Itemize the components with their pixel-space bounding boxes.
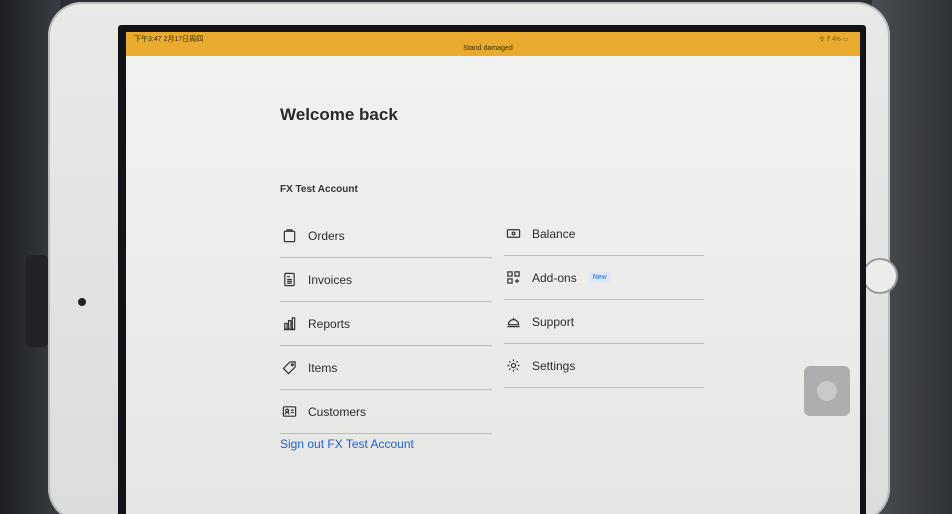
menu-item-support[interactable]: Support bbox=[504, 300, 704, 344]
menu-item-orders[interactable]: Orders bbox=[280, 214, 492, 258]
menu-item-items[interactable]: Items bbox=[280, 346, 492, 390]
menu-label: Orders bbox=[308, 228, 345, 243]
tag-icon bbox=[280, 359, 298, 377]
case-strap bbox=[26, 255, 48, 347]
menu-item-invoices[interactable]: Invoices bbox=[280, 258, 492, 302]
status-bar: 下午3:47 2月17日周四 Stand damaged 令 ∜ 4% ▭ bbox=[126, 32, 860, 56]
menu-right-column: Balance Add-ons New Support Settings bbox=[504, 212, 704, 388]
front-camera bbox=[78, 298, 86, 306]
assistive-touch-button[interactable] bbox=[804, 366, 850, 416]
menu-label: Items bbox=[308, 360, 338, 375]
clipboard-icon bbox=[280, 227, 298, 245]
app-display: 下午3:47 2月17日周四 Stand damaged 令 ∜ 4% ▭ We… bbox=[126, 32, 860, 514]
menu-item-customers[interactable]: Customers bbox=[280, 390, 492, 434]
status-time: 下午3:47 2月17日周四 bbox=[134, 36, 204, 43]
gear-icon bbox=[504, 357, 522, 375]
sign-out-link[interactable]: Sign out FX Test Account bbox=[280, 437, 414, 451]
menu-left-column: Orders Invoices Reports Items Customers bbox=[280, 214, 492, 434]
page-title: Welcome back bbox=[280, 105, 398, 124]
home-button[interactable] bbox=[862, 258, 898, 294]
menu-label: Reports bbox=[308, 316, 351, 331]
menu-label: Invoices bbox=[308, 272, 353, 287]
menu-item-balance[interactable]: Balance bbox=[504, 212, 704, 256]
menu-label: Customers bbox=[308, 404, 367, 419]
menu-label: Settings bbox=[532, 358, 576, 373]
status-indicators: 令 ∜ 4% ▭ bbox=[818, 37, 848, 43]
menu-item-settings[interactable]: Settings bbox=[504, 344, 704, 388]
menu-item-add-ons[interactable]: Add-ons New bbox=[504, 256, 704, 300]
menu-item-reports[interactable]: Reports bbox=[280, 302, 492, 346]
invoice-icon bbox=[280, 271, 298, 289]
new-badge: New bbox=[588, 272, 611, 283]
menu-label: Balance bbox=[532, 226, 576, 241]
menu-label: Add-ons bbox=[532, 270, 577, 285]
service-bell-icon bbox=[504, 313, 522, 331]
contact-card-icon bbox=[280, 403, 298, 421]
menu-label: Support bbox=[532, 314, 575, 329]
assistive-touch-dot bbox=[817, 381, 837, 401]
status-banner: Stand damaged bbox=[463, 45, 513, 52]
banknote-icon bbox=[504, 225, 522, 243]
bar-chart-icon bbox=[280, 315, 298, 333]
account-name: FX Test Account bbox=[280, 184, 358, 195]
grid-plus-icon bbox=[504, 269, 522, 287]
